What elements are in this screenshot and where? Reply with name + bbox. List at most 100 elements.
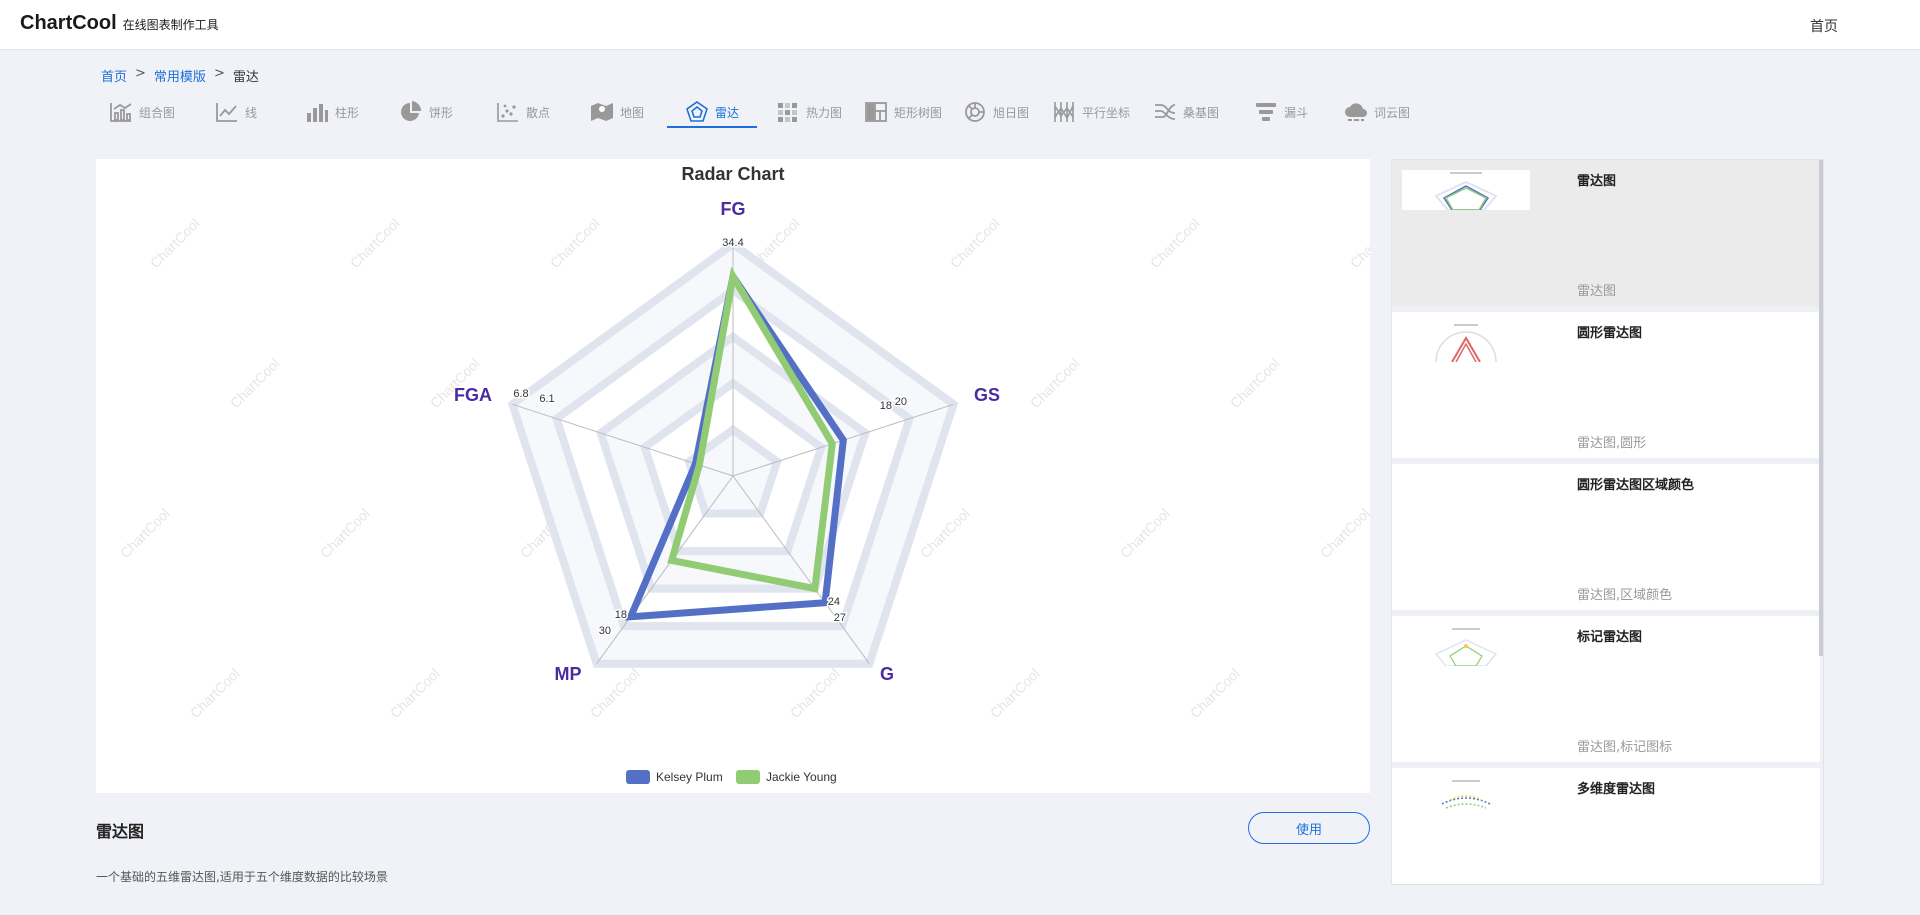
watermark-text: ChartCool (1227, 355, 1283, 411)
brand[interactable]: ChartCool 在线图表制作工具 (20, 12, 219, 35)
radar-grid (507, 239, 959, 668)
template-item-round-radar-area[interactable]: 圆形雷达图区域颜色 雷达图,区域颜色 (1392, 464, 1820, 610)
tab-label: 旭日图 (993, 105, 1030, 120)
watermark-text: ChartCool (117, 505, 173, 561)
legend-label: Kelsey Plum (656, 770, 723, 784)
legend-label: Jackie Young (766, 770, 837, 784)
tab-label: 柱形 (335, 105, 360, 120)
watermark-text: ChartCool (1147, 215, 1203, 271)
tab-map[interactable]: 地图 (590, 96, 644, 128)
watermark-text: ChartCool (947, 215, 1003, 271)
brand-subtitle: 在线图表制作工具 (122, 18, 219, 32)
template-thumbnail (1402, 322, 1530, 362)
template-item-tags: 雷达图,标记图标 (1577, 740, 1673, 755)
watermark-text: ChartCool (1317, 505, 1370, 561)
watermark-text: ChartCool (317, 505, 373, 561)
template-title: 雷达图 (96, 822, 145, 841)
tab-funnel[interactable]: 漏斗 (1254, 96, 1308, 128)
combo-chart-icon (110, 103, 132, 122)
watermark-text: ChartCool (147, 215, 203, 271)
breadcrumb: 首页 > 常用模版 > 雷达 (101, 66, 259, 85)
parallel-coordinates-icon (1054, 102, 1074, 122)
tab-bar[interactable]: 柱形 (305, 96, 359, 128)
sidebar-scrollbar[interactable] (1819, 160, 1823, 656)
use-template-button[interactable]: 使用 (1248, 812, 1370, 844)
chart-title: Radar Chart (681, 164, 784, 184)
tab-label: 散点 (526, 105, 551, 120)
heatmap-icon (778, 103, 797, 122)
tab-parallel[interactable]: 平行坐标 (1052, 96, 1130, 128)
tab-treemap[interactable]: 矩形树图 (864, 96, 942, 128)
tab-line[interactable]: 线 (215, 96, 257, 128)
data-label: 27 (834, 612, 846, 624)
tab-heatmap[interactable]: 热力图 (776, 96, 842, 128)
sankey-icon (1155, 104, 1176, 120)
watermark-text: ChartCool (1027, 355, 1083, 411)
tab-label: 雷达 (715, 105, 740, 120)
data-label: 6.1 (539, 393, 554, 405)
legend-swatch (626, 770, 650, 784)
watermark-text: ChartCool (917, 505, 973, 561)
template-thumbnail (1402, 778, 1530, 818)
breadcrumb-home-link[interactable]: 首页 (101, 66, 127, 85)
tab-combo[interactable]: 组合图 (109, 96, 175, 128)
watermark-text: ChartCool (547, 215, 603, 271)
radar-chart-icon (686, 101, 708, 122)
top-nav-home-link[interactable]: 首页 (1810, 16, 1838, 36)
template-item-name: 标记雷达图 (1577, 630, 1643, 645)
tab-label: 漏斗 (1284, 105, 1309, 120)
template-thumbnail (1402, 474, 1530, 514)
breadcrumb-templates-link[interactable]: 常用模版 (154, 66, 206, 85)
watermark-text: ChartCool (227, 355, 283, 411)
breadcrumb-current: 雷达 (232, 70, 259, 85)
chart-legend: Kelsey Plum Jackie Young (626, 770, 837, 784)
watermark-text: ChartCool (787, 665, 843, 721)
template-item-round-radar[interactable]: 圆形雷达图 雷达图,圆形 (1392, 312, 1820, 458)
watermark-text: ChartCool (1117, 505, 1173, 561)
template-item-tags: 雷达图,圆形 (1577, 436, 1647, 451)
indicator-label: FGA (454, 385, 492, 405)
legend-swatch (736, 770, 760, 784)
tab-wordcloud[interactable]: 词云图 (1344, 96, 1410, 128)
data-label: 30 (599, 625, 611, 637)
template-item-tags: 雷达图,区域颜色 (1577, 588, 1673, 603)
watermark-text: ChartCool (987, 665, 1043, 721)
word-cloud-icon (1345, 103, 1367, 121)
tab-label: 饼形 (429, 105, 454, 120)
breadcrumb-separator: > (135, 66, 146, 81)
top-bar: ChartCool 在线图表制作工具 首页 (0, 0, 1920, 50)
indicator-label: FG (721, 199, 746, 219)
tab-label: 热力图 (806, 105, 843, 120)
tab-label: 地图 (620, 105, 645, 120)
treemap-icon (865, 102, 887, 122)
template-item-marker-radar[interactable]: 标记雷达图 雷达图,标记图标 (1392, 616, 1820, 762)
brand-logo-text[interactable]: ChartCool (20, 12, 117, 35)
indicator-label: MP (555, 664, 582, 684)
template-item-radar[interactable]: 雷达图 雷达图 (1392, 160, 1820, 306)
tab-sankey[interactable]: 桑基图 (1153, 96, 1219, 128)
radar-chart: ChartCool ChartCool ChartCool ChartCool Char… (117, 164, 1370, 784)
indicator-label: G (880, 664, 894, 684)
tab-scatter[interactable]: 散点 (496, 96, 550, 128)
tab-pie[interactable]: 饼形 (399, 96, 453, 128)
tab-radar[interactable]: 雷达 (685, 96, 739, 128)
tab-label: 平行坐标 (1082, 105, 1131, 120)
watermark-text: ChartCool (347, 215, 403, 271)
tab-label: 线 (245, 105, 258, 120)
template-item-tags: 雷达图 (1577, 284, 1617, 299)
tab-label: 组合图 (139, 105, 176, 120)
data-label: 24 (828, 596, 840, 608)
template-thumbnail (1402, 170, 1530, 210)
template-item-multi-dim-radar[interactable]: 多维度雷达图 (1392, 768, 1820, 884)
template-item-name: 圆形雷达图区域颜色 (1577, 478, 1695, 493)
watermark-text: ChartCool (587, 665, 643, 721)
watermark-text: ChartCool (187, 665, 243, 721)
chart-preview: ChartCool ChartCool ChartCool ChartCool Char… (96, 159, 1370, 793)
watermark-text: ChartCool (1187, 665, 1243, 721)
tab-label: 词云图 (1374, 105, 1411, 120)
data-label: 34.4 (722, 237, 743, 249)
breadcrumb-separator: > (213, 66, 225, 81)
tab-sunburst[interactable]: 旭日图 (963, 96, 1029, 128)
bar-chart-icon (307, 104, 328, 122)
template-item-name: 雷达图 (1577, 174, 1617, 189)
